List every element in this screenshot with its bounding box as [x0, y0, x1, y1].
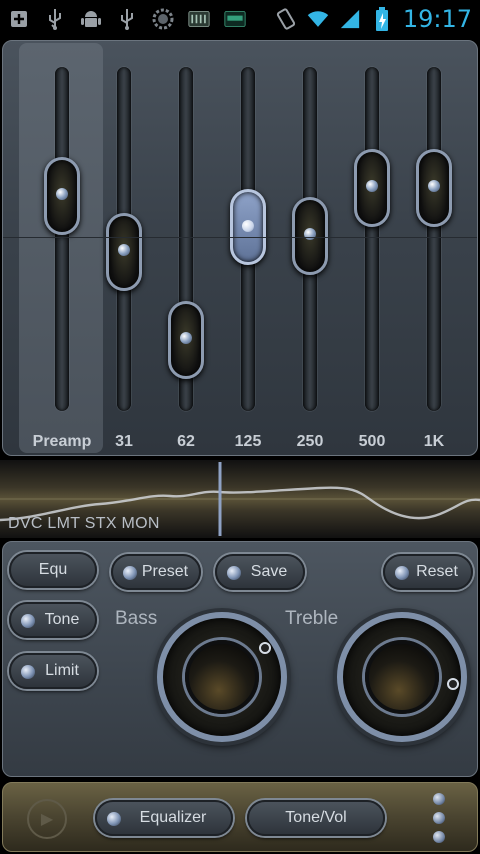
system-icons: 19:17	[275, 5, 472, 33]
limit-led-icon	[21, 665, 35, 679]
limit-toggle-button[interactable]: Limit	[9, 653, 97, 689]
add-box-icon	[8, 8, 30, 30]
rotate-icon	[275, 8, 297, 30]
slider-thumb[interactable]	[416, 149, 452, 228]
response-graph: DVC LMT STX MON	[0, 460, 480, 538]
usb-icon	[116, 8, 138, 30]
band-slider-preamp[interactable]: Preamp	[31, 41, 93, 455]
band-slider-250[interactable]: 250	[279, 41, 341, 455]
bass-knob-center	[185, 640, 259, 714]
status-bar: 19:17	[0, 0, 480, 38]
controls-panel: Equ Preset Save Reset Tone Limit Bass Tr…	[2, 541, 478, 777]
band-label: 1K	[423, 433, 445, 450]
bass-label: Bass	[115, 608, 158, 629]
bass-indicator-icon	[259, 642, 271, 654]
slider-thumb[interactable]	[106, 213, 142, 292]
preset-led-icon	[123, 566, 137, 580]
tone-led-icon	[21, 614, 35, 628]
clock: 19:17	[402, 5, 472, 33]
preset-button[interactable]: Preset	[111, 554, 201, 590]
treble-label: Treble	[285, 608, 339, 629]
band-slider-125[interactable]: 125	[217, 41, 279, 455]
effects-status-text: DVC LMT STX MON	[8, 515, 160, 532]
digital-clock-widget-icon	[224, 8, 246, 30]
reset-led-icon	[395, 566, 409, 580]
bottom-bar: ▶ Equalizer Tone/Vol	[2, 782, 478, 852]
save-button[interactable]: Save	[215, 554, 305, 590]
tone-vol-tab[interactable]: Tone/Vol	[247, 800, 385, 836]
overflow-dots-icon[interactable]	[433, 793, 447, 843]
slider-track[interactable]	[427, 67, 441, 411]
wifi-icon	[307, 8, 329, 30]
band-slider-500[interactable]: 500	[341, 41, 403, 455]
equalizer-tab-label: Equalizer	[139, 809, 207, 826]
treble-indicator-icon	[447, 678, 459, 690]
band-label: 62	[177, 433, 195, 450]
settings-cog-icon	[152, 8, 174, 30]
slider-track[interactable]	[365, 67, 379, 411]
save-led-icon	[227, 566, 241, 580]
slider-thumb[interactable]	[44, 157, 80, 236]
equ-label: Equ	[38, 561, 68, 578]
slider-thumb[interactable]	[230, 189, 266, 266]
slider-track[interactable]	[55, 67, 69, 411]
equalizer-widget-icon	[188, 8, 210, 30]
android-debug-icon	[80, 8, 102, 30]
usb-icon	[44, 8, 66, 30]
bass-knob[interactable]	[157, 612, 287, 742]
tone-vol-tab-label: Tone/Vol	[285, 809, 347, 826]
slider-thumb[interactable]	[292, 197, 328, 276]
slider-thumb[interactable]	[168, 301, 204, 380]
treble-knob-center	[365, 640, 439, 714]
band-label: 31	[115, 433, 133, 450]
play-icon[interactable]: ▶	[27, 799, 67, 839]
notification-icons	[8, 8, 246, 30]
equalizer-tab-led-icon	[107, 812, 121, 826]
treble-knob[interactable]	[337, 612, 467, 742]
tone-toggle-button[interactable]: Tone	[9, 602, 97, 638]
band-slider-31[interactable]: 31	[93, 41, 155, 455]
band-label: 125	[234, 433, 262, 450]
equ-toggle-button[interactable]: Equ	[9, 552, 97, 588]
reset-button[interactable]: Reset	[383, 554, 473, 590]
battery-charging-icon	[371, 7, 393, 31]
equalizer-tab[interactable]: Equalizer	[95, 800, 233, 836]
band-slider-62[interactable]: 62	[155, 41, 217, 455]
band-label: Preamp	[32, 433, 92, 450]
band-slider-1k[interactable]: 1K	[403, 41, 465, 455]
band-label: 250	[296, 433, 324, 450]
equalizer-panel: Preamp 31 62 125 250 500 1K	[2, 40, 478, 456]
signal-icon	[339, 8, 361, 30]
band-label: 500	[358, 433, 386, 450]
slider-thumb[interactable]	[354, 149, 390, 228]
